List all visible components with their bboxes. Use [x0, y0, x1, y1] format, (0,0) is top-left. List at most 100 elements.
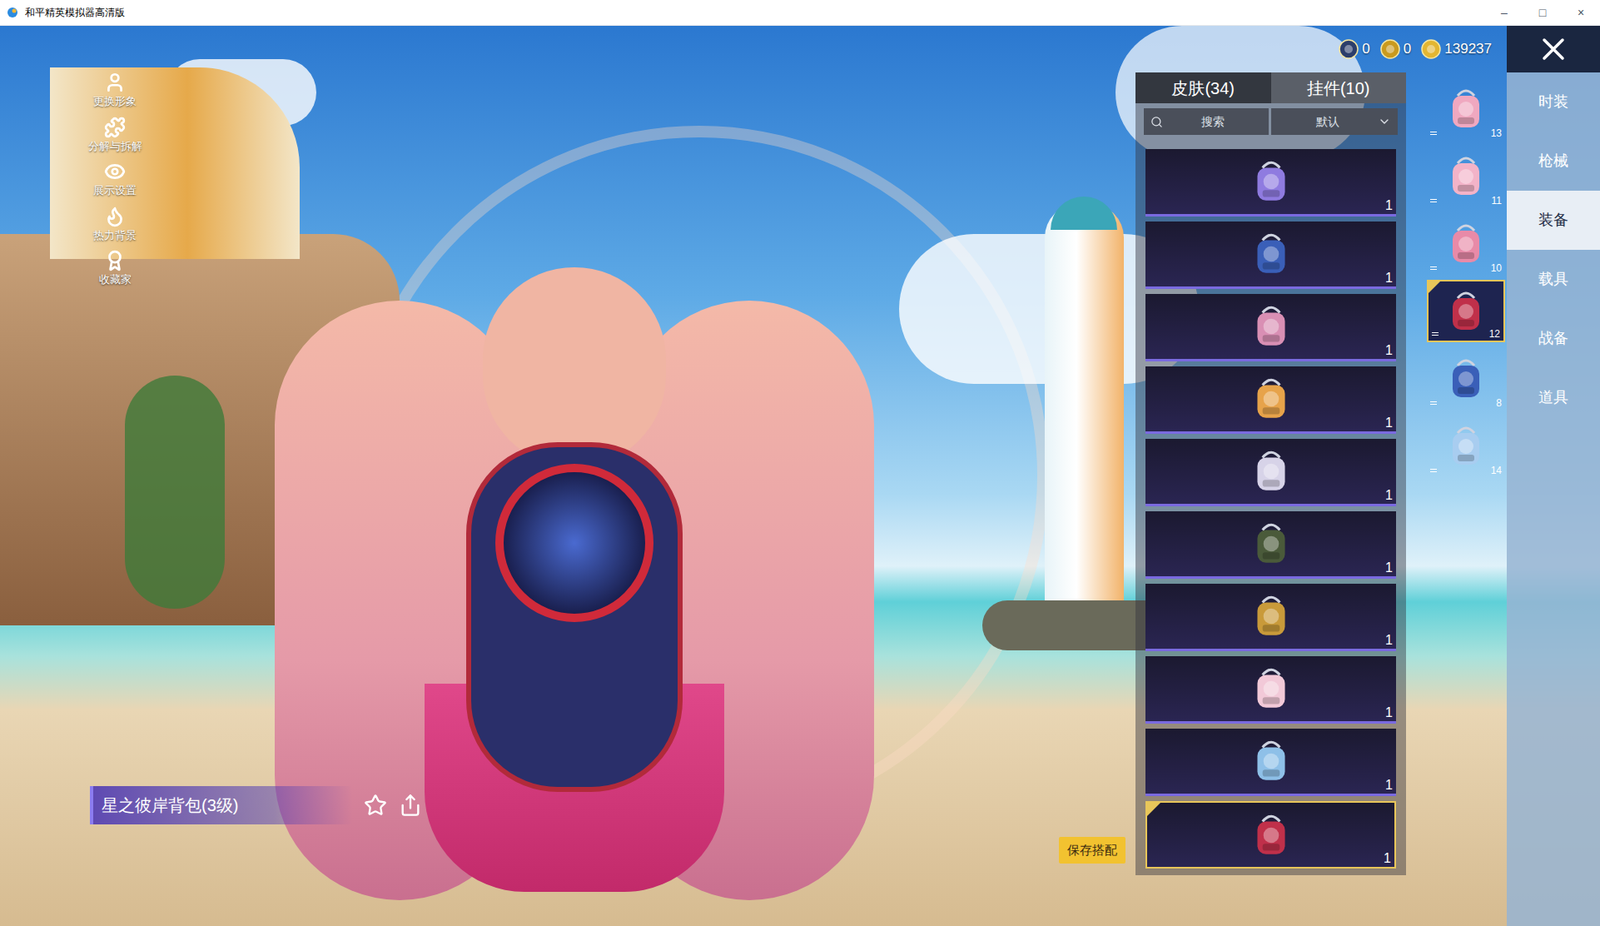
backpack-icon — [1440, 84, 1491, 135]
save-row: 保存搭配 — [81, 836, 1136, 864]
item-card[interactable]: 1 — [1145, 366, 1397, 434]
category-nav-item[interactable]: 装备 — [1506, 190, 1600, 250]
window-control-button[interactable]: – — [1485, 0, 1524, 26]
item-card[interactable]: 1 — [1145, 221, 1397, 289]
category-nav-item[interactable]: 道具 — [1506, 367, 1600, 428]
backpack-icon — [1245, 445, 1297, 497]
equipped-slot[interactable]: 13 — [1426, 77, 1506, 140]
category-nav-item[interactable]: 枪械 — [1506, 131, 1600, 191]
slot-level: 10 — [1490, 263, 1502, 274]
slot-level: 8 — [1495, 397, 1502, 408]
left-menu-item[interactable]: 热力背景 — [93, 205, 137, 244]
backpack-icon — [1440, 421, 1491, 472]
item-count: 1 — [1385, 561, 1393, 575]
right-section: 00139237皮肤(34)挂件(10)搜索默认1111111111131110… — [1135, 25, 1507, 926]
search-icon — [1150, 115, 1163, 129]
item-card[interactable]: 1 — [1145, 293, 1397, 362]
item-card[interactable]: 1 — [1145, 149, 1397, 217]
slot-equal-mark — [1430, 266, 1437, 270]
slot-level: 12 — [1489, 328, 1501, 339]
item-card[interactable]: 1 — [1145, 511, 1397, 579]
close-button[interactable] — [1506, 25, 1600, 73]
left-menu-item[interactable]: 收藏家 — [99, 249, 132, 289]
currency: 0 — [1380, 38, 1412, 60]
menu-item-icon — [104, 249, 126, 272]
window-control-button[interactable]: × — [1561, 0, 1600, 26]
slot-level: 14 — [1490, 465, 1502, 476]
menu-item-icon — [104, 116, 126, 139]
equipped-slot[interactable]: 8 — [1426, 347, 1506, 410]
menu-item-label: 分解与拆解 — [88, 138, 143, 155]
close-x-icon — [1540, 35, 1567, 63]
app-window: 和平精英模拟器高清版–□×更换形象分解与拆解展示设置热力背景收藏家星之彼岸背包(… — [0, 0, 1600, 926]
tab-bar: 皮肤(34)挂件(10) — [1135, 72, 1407, 104]
selected-check-mark — [1147, 802, 1161, 816]
item-card[interactable]: 1 — [1145, 438, 1397, 507]
save-outfit-button[interactable]: 保存搭配 — [1058, 836, 1126, 864]
currency-coin-icon — [1338, 39, 1359, 60]
equipped-slots: 13 11 10 12 8 14 — [1426, 72, 1506, 875]
skin-panel: 皮肤(34)挂件(10)搜索默认1111111111 — [1135, 72, 1407, 875]
slot-equal-mark — [1430, 198, 1437, 203]
item-name-label: 星之彼岸背包(3级) — [89, 785, 353, 825]
tab[interactable]: 皮肤(34) — [1135, 72, 1272, 104]
menu-item-label: 展示设置 — [93, 182, 137, 199]
currency-coin-icon — [1380, 39, 1401, 60]
search-field[interactable]: 搜索 — [1143, 108, 1269, 135]
category-nav-item[interactable]: 载具 — [1506, 249, 1600, 309]
preview-area: 更换形象分解与拆解展示设置热力背景收藏家星之彼岸背包(3级) 保存搭配 — [0, 25, 1136, 926]
item-count: 1 — [1385, 271, 1393, 285]
menu-item-icon — [104, 160, 126, 183]
item-card[interactable]: 1 — [1145, 583, 1397, 651]
left-menu-item[interactable]: 展示设置 — [93, 160, 137, 199]
window-controls: –□× — [1485, 0, 1600, 26]
left-menu-item[interactable]: 更换形象 — [93, 71, 137, 110]
item-card[interactable]: 1 — [1145, 728, 1397, 796]
currency-value: 0 — [1361, 38, 1370, 60]
slot-equal-mark — [1430, 401, 1437, 405]
lighthouse — [1044, 203, 1124, 621]
item-count: 1 — [1385, 198, 1393, 213]
backpack-icon — [1245, 662, 1297, 715]
backpack-dome — [495, 463, 654, 622]
item-count: 1 — [1385, 705, 1393, 720]
backpack-icon — [1245, 735, 1297, 787]
category-nav-item[interactable]: 时装 — [1506, 72, 1600, 132]
sort-dropdown[interactable]: 默认 — [1271, 108, 1398, 135]
slot-level: 11 — [1491, 195, 1502, 206]
equipped-slot[interactable]: 11 — [1426, 144, 1506, 208]
item-count: 1 — [1385, 488, 1393, 502]
window-control-button[interactable]: □ — [1523, 0, 1562, 26]
item-count: 1 — [1383, 851, 1392, 865]
palm-tree — [124, 375, 225, 609]
favorite-star-icon[interactable] — [363, 793, 388, 817]
item-count: 1 — [1385, 343, 1393, 358]
backpack-icon — [1440, 218, 1491, 269]
menu-item-icon — [104, 71, 126, 94]
category-nav-item[interactable]: 战备 — [1506, 308, 1600, 368]
item-count: 1 — [1385, 633, 1393, 647]
equipped-slot[interactable]: 10 — [1426, 212, 1506, 275]
equipped-slot[interactable]: 12 — [1426, 279, 1506, 343]
slot-level: 13 — [1490, 128, 1502, 139]
currency-value: 139237 — [1444, 38, 1492, 60]
slot-equal-mark — [1430, 131, 1437, 135]
share-icon[interactable] — [398, 793, 423, 817]
app-logo-icon — [6, 6, 19, 19]
character — [274, 250, 875, 925]
lighthouse-top — [1050, 196, 1118, 230]
backpack-icon — [1245, 372, 1297, 425]
category-nav: 时装枪械装备载具战备道具 — [1506, 25, 1600, 926]
tab[interactable]: 挂件(10) — [1271, 72, 1407, 104]
backpack-icon — [1245, 300, 1297, 353]
game-body: 更换形象分解与拆解展示设置热力背景收藏家星之彼岸背包(3级) 保存搭配 0 0 1392… — [0, 25, 1600, 926]
item-card[interactable]: 1 — [1145, 655, 1397, 724]
window-title: 和平精英模拟器高清版 — [24, 4, 125, 20]
left-menu-item[interactable]: 分解与拆解 — [88, 116, 143, 155]
equipped-slot[interactable]: 14 — [1426, 414, 1506, 478]
item-card[interactable]: 1 — [1145, 800, 1397, 869]
backpack-icon — [1245, 590, 1297, 642]
currency: 0 — [1338, 38, 1370, 60]
slot-equal-mark — [1430, 468, 1437, 473]
currency-value: 0 — [1403, 38, 1412, 60]
